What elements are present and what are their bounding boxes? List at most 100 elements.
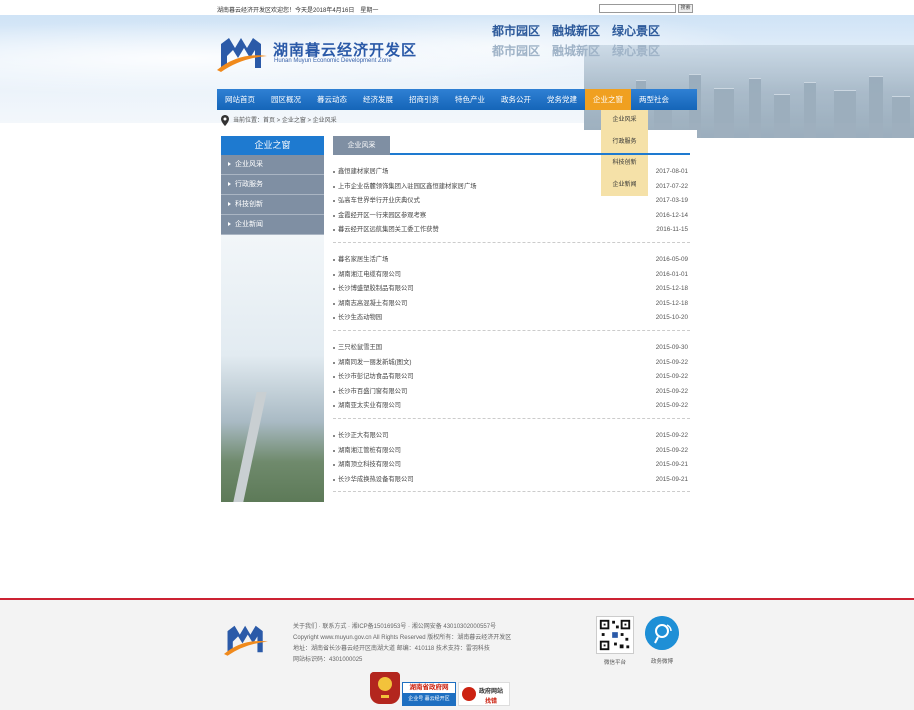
article-date: 2015-09-22 xyxy=(655,373,688,381)
bullet-icon xyxy=(333,405,335,408)
article-title[interactable]: 长沙博盛塑胶制品有限公司 xyxy=(338,282,414,297)
article-title[interactable]: 湖南同发一丽发新城(图文) xyxy=(338,356,411,371)
bullet-icon xyxy=(333,185,335,188)
footer-address: 地址：湖南省长沙暮云经开区南湖大道 邮编：410118 技术支持：雷羽科技 xyxy=(293,646,490,652)
nav-item-party[interactable]: 党务党建 xyxy=(539,89,585,110)
article-date: 2015-09-22 xyxy=(655,402,688,410)
sidebar-item-enterprise-news[interactable]: 企业新闻 xyxy=(221,215,324,235)
list-item: 长沙华成换热设备有限公司 2015-09-21 xyxy=(333,473,690,488)
dropdown-item-style[interactable]: 企业风采 xyxy=(601,110,648,132)
article-title[interactable]: 暮云经开区远航集团关工委工作获赞 xyxy=(338,223,439,238)
article-title[interactable]: 暮名家居生活广场 xyxy=(338,253,388,268)
nav-item-home[interactable]: 网站首页 xyxy=(217,89,263,110)
search-input[interactable] xyxy=(599,4,676,13)
party-emblem-icon[interactable] xyxy=(370,672,400,704)
article-date: 2016-05-09 xyxy=(655,255,688,263)
article-title[interactable]: 上市企业岳麓领饰集团入驻园区鑫恒建材家居广场 xyxy=(338,180,477,195)
article-title[interactable]: 三只松鼠雪王国 xyxy=(338,341,382,356)
article-title[interactable]: 金霞经开区一行来园区参观考察 xyxy=(338,209,426,224)
nav-item-enterprise[interactable]: 企业之窗 xyxy=(585,89,631,110)
sidebar-item-style[interactable]: 企业风采 xyxy=(221,155,324,175)
footer-links-line[interactable]: 关于我们 · 联系方式 · 湘ICP备15016953号 · 湘公网安备 430… xyxy=(293,622,511,633)
header-slogan: 都市园区 融城新区 绿心景区 xyxy=(492,24,661,38)
site-title-en: Hunan Muyun Economic Development Zone xyxy=(274,58,392,64)
article-date: 2015-12-18 xyxy=(655,285,688,293)
nav-item-investment[interactable]: 招商引资 xyxy=(401,89,447,110)
nav-item-news[interactable]: 暮云动态 xyxy=(309,89,355,110)
sidebar-heading: 企业之窗 xyxy=(221,136,324,155)
article-title[interactable]: 长沙正大有限公司 xyxy=(338,429,388,444)
sidebar-item-services[interactable]: 行政服务 xyxy=(221,175,324,195)
article-date: 2015-09-22 xyxy=(655,446,688,454)
article-title[interactable]: 长沙市百盛门窗有限公司 xyxy=(338,385,407,400)
list-item: 金霞经开区一行来园区参观考察 2016-12-14 xyxy=(333,209,690,224)
article-title[interactable]: 湖南湘江电缆有限公司 xyxy=(338,268,401,283)
article-group: 长沙正大有限公司 2015-09-22 湖南湘江管桩有限公司 2015-09-22 … xyxy=(333,429,690,493)
bullet-icon xyxy=(333,258,335,261)
list-item: 弘高车世界举行开业庆典仪式 2017-03-19 xyxy=(333,194,690,209)
list-item: 长沙市彭记坊食品有限公司 2015-09-22 xyxy=(333,370,690,385)
bullet-icon xyxy=(333,171,335,173)
article-title[interactable]: 长沙生态动物园 xyxy=(338,311,382,326)
header-slogan-reflection: 都市园区 融城新区 绿心景区 xyxy=(492,44,661,58)
list-item: 湖南亚太实业有限公司 2015-09-22 xyxy=(333,399,690,414)
nav-item-economy[interactable]: 经济发展 xyxy=(355,89,401,110)
list-item: 暮名家居生活广场 2016-05-09 xyxy=(333,253,690,268)
badge-site-sub: 找错 xyxy=(485,699,498,705)
building xyxy=(892,96,910,138)
list-item: 暮云经开区远航集团关工委工作获赞 2016-11-15 xyxy=(333,223,690,238)
site-title-cn: 湖南暮云经济开发区 xyxy=(273,42,418,59)
search-button[interactable]: 搜索 xyxy=(678,4,693,13)
article-date: 2017-03-19 xyxy=(655,197,688,205)
list-item: 鑫恒建材家居广场 2017-08-01 xyxy=(333,165,690,180)
arrow-right-icon xyxy=(228,222,231,227)
list-item: 湖南湘江电缆有限公司 2016-01-01 xyxy=(333,268,690,283)
bullet-icon xyxy=(333,214,335,217)
article-title[interactable]: 弘高车世界举行开业庆典仪式 xyxy=(338,194,420,209)
article-date: 2015-09-21 xyxy=(655,461,688,469)
article-date: 2015-09-30 xyxy=(655,343,688,351)
sidebar-item-innovation[interactable]: 科技创新 xyxy=(221,195,324,215)
tab-enterprise-style[interactable]: 企业风采 xyxy=(333,136,390,155)
wechat-qr-code-icon xyxy=(596,616,634,654)
article-title[interactable]: 长沙市彭记坊食品有限公司 xyxy=(338,370,414,385)
bullet-icon xyxy=(333,302,335,305)
article-title[interactable]: 湖南志高混凝土有限公司 xyxy=(338,297,407,312)
breadcrumb-text[interactable]: 当前位置：首页 > 企业之窗 > 企业风采 xyxy=(233,114,337,128)
article-title[interactable]: 湖南顶立科技有限公司 xyxy=(338,458,401,473)
building xyxy=(834,90,856,138)
article-title[interactable]: 鑫恒建材家居广场 xyxy=(338,165,388,180)
list-item: 长沙生态动物园 2015-10-20 xyxy=(333,311,690,326)
list-item: 湖南湘江管桩有限公司 2015-09-22 xyxy=(333,444,690,459)
nav-item-two-type-society[interactable]: 两型社会 xyxy=(631,89,677,110)
nav-item-overview[interactable]: 园区概况 xyxy=(263,89,309,110)
bullet-icon xyxy=(333,464,335,467)
article-title[interactable]: 长沙华成换热设备有限公司 xyxy=(338,473,414,488)
article-date: 2016-12-14 xyxy=(655,211,688,219)
weibo-icon[interactable] xyxy=(645,616,679,650)
list-item: 长沙正大有限公司 2015-09-22 xyxy=(333,429,690,444)
gov-site-error-badge[interactable]: 政府网站 找错 xyxy=(458,682,510,706)
site-logo[interactable]: 湖南暮云经济开发区 Hunan Muyun Economic Developme… xyxy=(217,34,427,74)
badge-gov-title: 湖南省政府网 xyxy=(409,684,449,691)
building xyxy=(714,88,734,138)
footer-info: 关于我们 · 联系方式 · 湘ICP备15016953号 · 湘公网安备 430… xyxy=(293,622,511,666)
arrow-right-icon xyxy=(228,182,231,187)
breadcrumb: 当前位置：首页 > 企业之窗 > 企业风采 xyxy=(221,114,601,128)
main-nav: 网站首页 园区概况 暮云动态 经济发展 招商引资 特色产业 政务公开 党务党建 … xyxy=(217,89,697,110)
footer-logo-icon xyxy=(224,625,268,656)
muyun-logo-icon xyxy=(217,38,267,72)
sidebar-aerial-photo xyxy=(221,235,324,502)
bullet-icon xyxy=(333,361,335,364)
article-title[interactable]: 湖南亚太实业有限公司 xyxy=(338,399,401,414)
qr-label: 微信平台 xyxy=(603,660,626,666)
sidebar-item-label: 科技创新 xyxy=(235,201,263,208)
article-title[interactable]: 湖南湘江管桩有限公司 xyxy=(338,444,401,459)
article-date: 2015-09-21 xyxy=(655,475,688,483)
badge-site-title: 政府网站 xyxy=(479,689,504,695)
site-footer: 关于我们 · 联系方式 · 湘ICP备15016953号 · 湘公网安备 430… xyxy=(0,598,914,710)
building xyxy=(804,82,816,138)
nav-item-gov-affairs[interactable]: 政务公开 xyxy=(493,89,539,110)
provincial-gov-badge[interactable]: 湖南省政府网 企业号 暮云经开区 xyxy=(402,682,456,706)
nav-item-industry[interactable]: 特色产业 xyxy=(447,89,493,110)
